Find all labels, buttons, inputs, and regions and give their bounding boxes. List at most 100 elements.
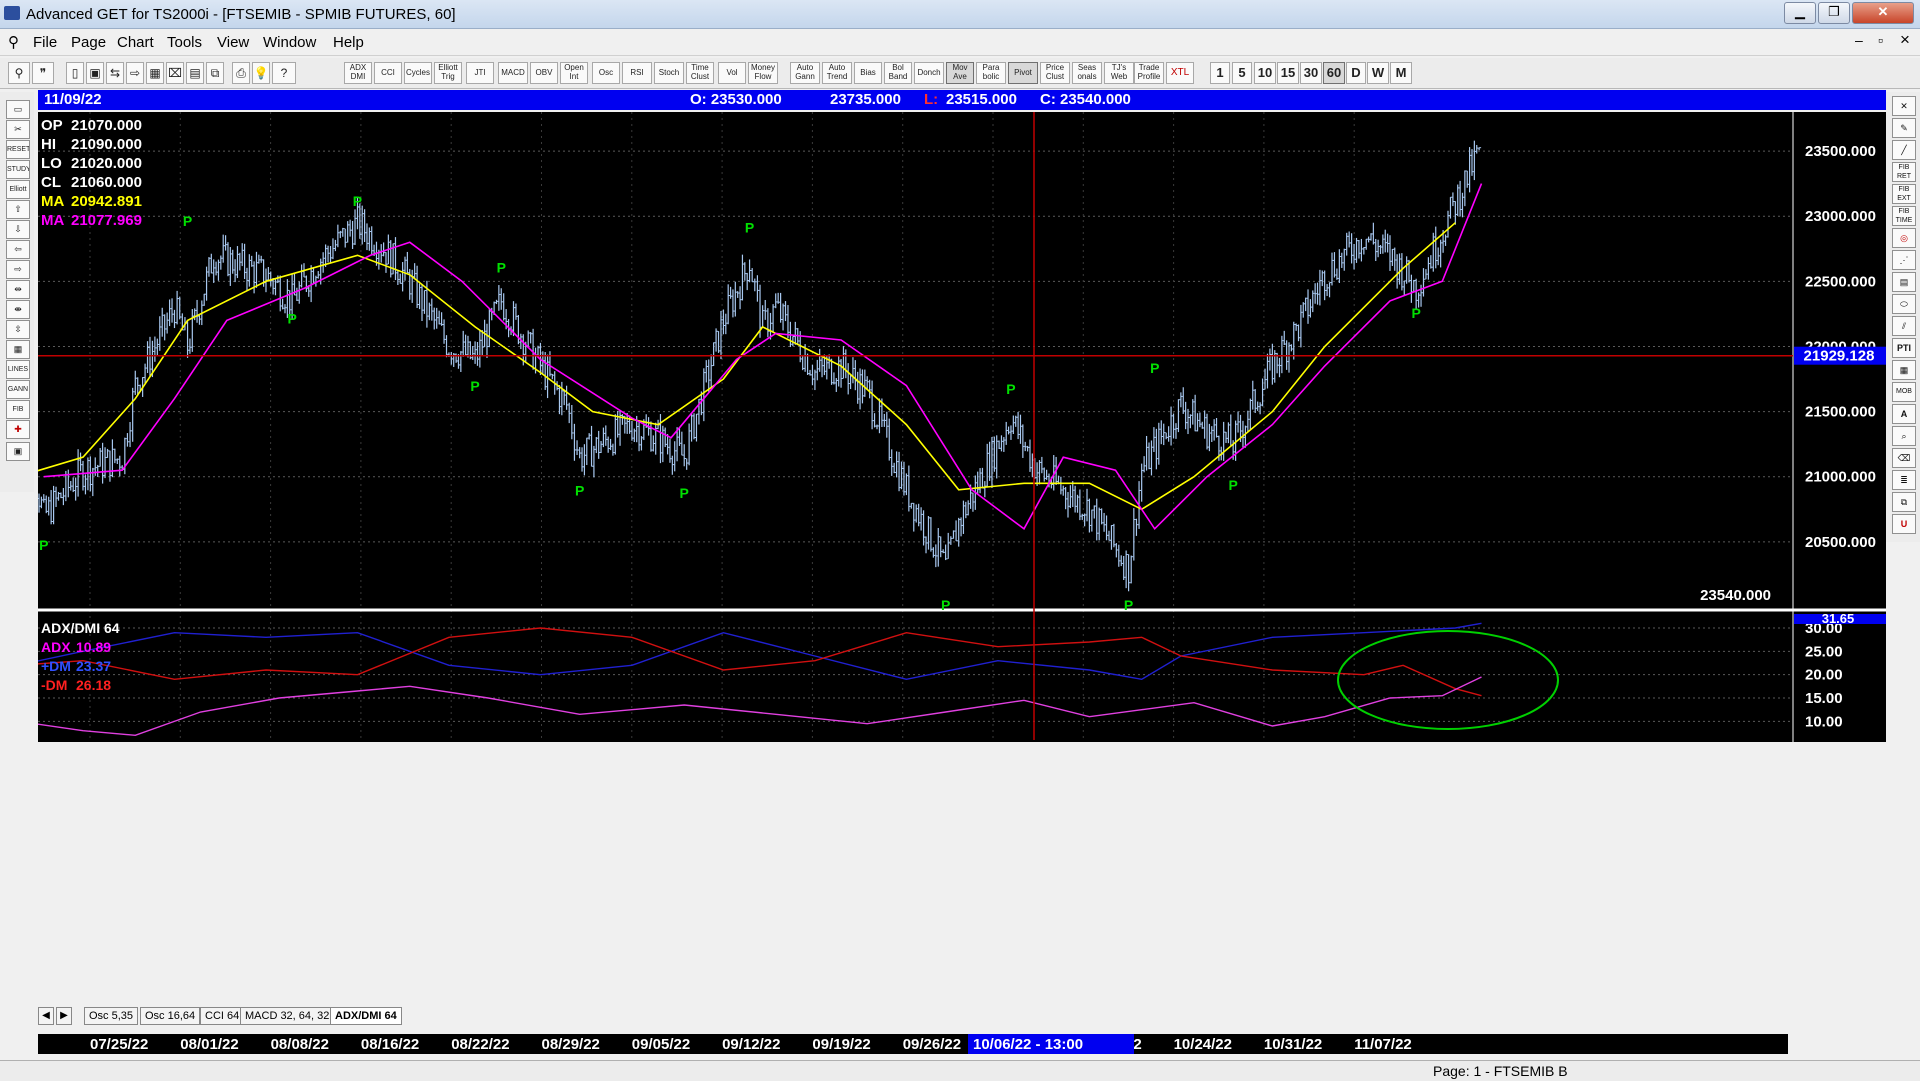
compress-h-icon[interactable]: ⇼ — [6, 300, 30, 319]
study-trade-profile-button[interactable]: Trade Profile — [1134, 62, 1164, 84]
up-arrow-icon[interactable]: ⇧ — [6, 200, 30, 219]
study-macd-button[interactable]: MACD — [498, 62, 528, 84]
fib-time-button[interactable]: FIB TIME — [1892, 206, 1916, 226]
timeframe-d-button[interactable]: D — [1346, 62, 1366, 84]
study-pivot-button[interactable]: Pivot — [1008, 62, 1038, 84]
regression-icon[interactable]: ⫽ — [1892, 316, 1916, 336]
grid-icon[interactable]: ▦ — [6, 340, 30, 359]
menu-file[interactable]: File — [33, 34, 57, 51]
tab-adx-dmi-64[interactable]: ADX/DMI 64 — [330, 1007, 402, 1025]
study-bol-band-button[interactable]: Bol Band — [884, 62, 912, 84]
channel-icon[interactable]: ▤ — [1892, 272, 1916, 292]
link-icon[interactable]: ⇆ — [106, 62, 124, 84]
open-icon[interactable]: ▣ — [86, 62, 104, 84]
study-xtl-button[interactable]: XTL — [1166, 62, 1194, 84]
tab-osc-5-35[interactable]: Osc 5,35 — [84, 1007, 139, 1025]
pti-button[interactable]: PTI — [1892, 338, 1916, 358]
study-osc-button[interactable]: Osc — [592, 62, 620, 84]
down-arrow-icon[interactable]: ⇩ — [6, 220, 30, 239]
study-elliott-trig-button[interactable]: Elliott Trig — [434, 62, 462, 84]
study-parabolic-button[interactable]: Para bolic — [976, 62, 1006, 84]
restore-button[interactable]: ❐ — [1818, 2, 1850, 24]
magnet-icon[interactable]: U — [1892, 514, 1916, 534]
tab-cci-64[interactable]: CCI 64 — [200, 1007, 245, 1025]
study-vol-button[interactable]: Vol — [718, 62, 746, 84]
mdi-close-button[interactable]: × — [1900, 30, 1910, 50]
study-adx-dmi-button[interactable]: ADX DMI — [344, 62, 372, 84]
close-button[interactable]: ✕ — [1852, 2, 1914, 24]
quote-icon[interactable]: ❞ — [32, 62, 54, 84]
crosshair-icon[interactable]: ✚ — [6, 420, 30, 439]
elliott-tool-button[interactable]: Elliott — [6, 180, 30, 199]
scissors-icon[interactable]: ✂ — [6, 120, 30, 139]
left-arrow-icon[interactable]: ⇦ — [6, 240, 30, 259]
timeframe-1-button[interactable]: 1 — [1210, 62, 1230, 84]
snapshot-icon[interactable]: ▣ — [6, 442, 30, 461]
timeframe-10-button[interactable]: 10 — [1254, 62, 1276, 84]
open-folder-icon[interactable]: ▭ — [6, 100, 30, 119]
timeframe-60-button[interactable]: 60 — [1323, 62, 1345, 84]
mob-button[interactable]: MOB — [1892, 382, 1916, 402]
mdi-restore-button[interactable]: ▫ — [1878, 32, 1883, 48]
expand-v-icon[interactable]: ⇳ — [6, 320, 30, 339]
tab-macd[interactable]: MACD 32, 64, 32 — [240, 1007, 335, 1025]
print-icon[interactable]: ⎙ — [232, 62, 250, 84]
timeframe-30-button[interactable]: 30 — [1300, 62, 1322, 84]
study-auto-gann-button[interactable]: Auto Gann — [790, 62, 820, 84]
list-icon[interactable]: ≣ — [1892, 470, 1916, 490]
minimize-button[interactable]: ▁ — [1784, 2, 1816, 24]
new-icon[interactable]: ▯ — [66, 62, 84, 84]
gann-tool-button[interactable]: GANN — [6, 380, 30, 399]
study-cci-button[interactable]: CCI — [374, 62, 402, 84]
grid-icon[interactable]: ▦ — [1892, 360, 1916, 380]
ellipse-icon[interactable]: ⬭ — [1892, 294, 1916, 314]
study-obv-button[interactable]: OBV — [530, 62, 558, 84]
mdi-minimize-button[interactable]: – — [1855, 32, 1863, 48]
eraser-icon[interactable]: ⌫ — [1892, 448, 1916, 468]
zoom-icon[interactable]: ⌕ — [1892, 426, 1916, 446]
study-cycles-button[interactable]: Cycles — [404, 62, 432, 84]
help-icon[interactable]: ? — [272, 62, 296, 84]
study-rsi-button[interactable]: RSI — [622, 62, 652, 84]
study-jti-button[interactable]: JTI — [466, 62, 494, 84]
study-tjs-web-button[interactable]: TJ's Web — [1104, 62, 1134, 84]
circle-icon[interactable]: ◎ — [1892, 228, 1916, 248]
menu-help[interactable]: Help — [333, 34, 364, 51]
right-arrow-icon[interactable]: ⇨ — [6, 260, 30, 279]
pencil-icon[interactable]: ✎ — [1892, 118, 1916, 138]
timeframe-5-button[interactable]: 5 — [1232, 62, 1252, 84]
study-bias-button[interactable]: Bias — [854, 62, 882, 84]
study-seasonals-button[interactable]: Seas onals — [1072, 62, 1102, 84]
menu-page[interactable]: Page — [71, 34, 106, 51]
menu-tools[interactable]: Tools — [167, 34, 202, 51]
study-open-int-button[interactable]: Open Int — [560, 62, 588, 84]
pin-icon[interactable]: ⚲ — [8, 62, 30, 84]
copy-icon[interactable]: ⧉ — [1892, 492, 1916, 512]
tab-scroll-right-icon[interactable]: ▶ — [56, 1007, 72, 1025]
menu-chart[interactable]: Chart — [117, 34, 154, 51]
study-stoch-button[interactable]: Stoch — [654, 62, 684, 84]
study-mov-ave-button[interactable]: Mov Ave — [946, 62, 974, 84]
menu-window[interactable]: Window — [263, 34, 316, 51]
fib-tool-button[interactable]: FIB — [6, 400, 30, 419]
tab-osc-16-64[interactable]: Osc 16,64 — [140, 1007, 201, 1025]
study-time-clust-button[interactable]: Time Clust — [686, 62, 714, 84]
study-donch-button[interactable]: Donch — [914, 62, 944, 84]
lightbulb-icon[interactable]: 💡 — [252, 62, 270, 84]
tile-icon[interactable]: ▦ — [146, 62, 164, 84]
timeframe-w-button[interactable]: W — [1367, 62, 1389, 84]
menu-view[interactable]: View — [217, 34, 249, 51]
expand-h-icon[interactable]: ⇹ — [6, 280, 30, 299]
timeframe-m-button[interactable]: M — [1390, 62, 1412, 84]
price-chart-svg[interactable]: P P P P P P P P P P P P P P P 23500.000 23000.000 22500.… — [17, 112, 1886, 742]
forward-icon[interactable]: ⇨ — [126, 62, 144, 84]
grid-icon[interactable]: ▤ — [186, 62, 204, 84]
timeframe-15-button[interactable]: 15 — [1277, 62, 1299, 84]
delete-icon[interactable]: ⌧ — [166, 62, 184, 84]
study-price-clust-button[interactable]: Price Clust — [1040, 62, 1070, 84]
study-tool-button[interactable]: STUDY — [6, 160, 30, 179]
fib-ext-button[interactable]: FIB EXT — [1892, 184, 1916, 204]
copy-icon[interactable]: ⧉ — [206, 62, 224, 84]
study-auto-trend-button[interactable]: Auto Trend — [822, 62, 852, 84]
fan-icon[interactable]: ⋰ — [1892, 250, 1916, 270]
